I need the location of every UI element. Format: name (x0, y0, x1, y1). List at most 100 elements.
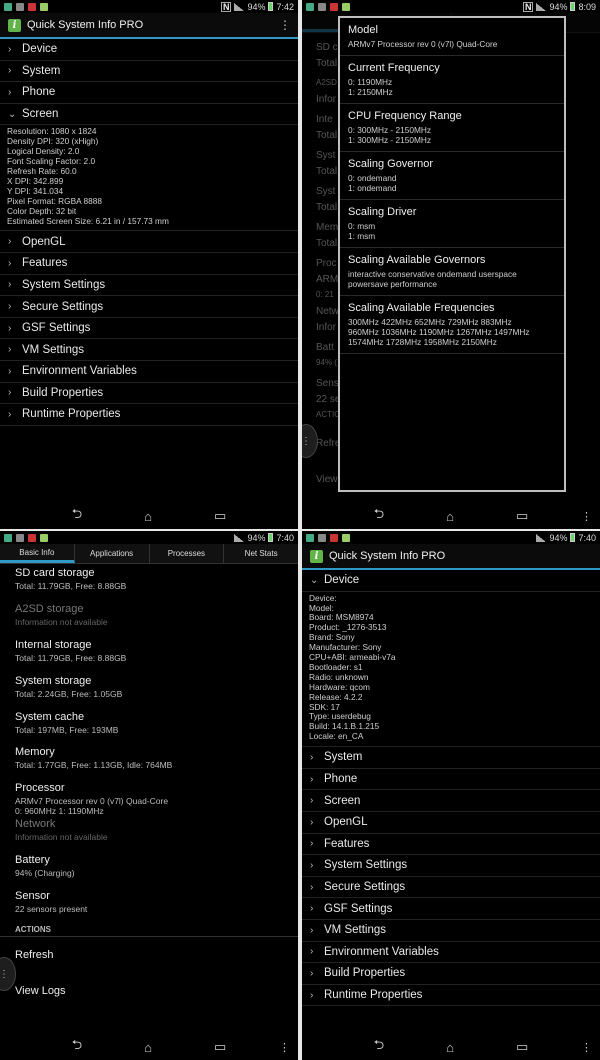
section-label: Runtime Properties (324, 989, 423, 1002)
section-build-properties[interactable]: › Build Properties (302, 963, 600, 985)
info-item-sensor[interactable]: Sensor 22 sensors present (15, 887, 298, 923)
detail-line: Locale: en_CA (309, 731, 364, 742)
section-label: GSF Settings (324, 902, 393, 915)
recents-icon[interactable]: ▭ (214, 508, 226, 524)
section-label: Phone (22, 86, 56, 99)
drawer-handle[interactable]: ⋮ (302, 424, 318, 458)
background-item: Batt (316, 342, 334, 353)
background-item: Total (316, 58, 338, 69)
overflow-menu-icon[interactable]: ⋮ (581, 510, 592, 523)
tab-applications[interactable]: Applications (75, 544, 150, 563)
section-phone[interactable]: › Phone (302, 769, 600, 791)
section-vm-settings[interactable]: › VM Settings (0, 339, 298, 361)
section-system-settings[interactable]: › System Settings (0, 275, 298, 297)
popup-item-model: Model ARMv7 Processor rev 0 (v7l) Quad-Co… (340, 18, 564, 56)
back-icon[interactable]: ⮌ (72, 1036, 82, 1058)
home-icon[interactable]: ⌂ (446, 509, 454, 524)
section-phone[interactable]: › Phone (0, 82, 298, 104)
popup-item-value: 300MHz 422MHz 652MHz 729MHz 883MHz 960MHz… (348, 317, 556, 347)
section-gsf-settings[interactable]: › GSF Settings (302, 898, 600, 920)
popup-item-value: 0: 300MHz - 2150MHz 1: 300MHz - 2150MHz (348, 125, 556, 145)
info-list: SD card storage Total: 11.79GB, Free: 8.8… (0, 564, 298, 923)
section-secure-settings[interactable]: › Secure Settings (0, 296, 298, 318)
section-device[interactable]: › Device (0, 39, 298, 61)
section-runtime-properties[interactable]: › Runtime Properties (302, 985, 600, 1007)
section-environment-variables[interactable]: › Environment Variables (0, 361, 298, 383)
info-item-internal-storage[interactable]: Internal storage Total: 11.79GB, Free: 8.… (15, 636, 298, 672)
tab-net-stats[interactable]: Net Stats (224, 544, 298, 563)
section-opengl[interactable]: › OpenGL (0, 231, 298, 254)
back-icon[interactable]: ⮌ (72, 505, 82, 527)
popup-item-cpu-frequency-range: CPU Frequency Range 0: 300MHz - 2150MHz 1:… (340, 104, 564, 152)
background-item: 94% ( (316, 358, 337, 367)
background-item: SD c (316, 42, 338, 53)
popup-item-current-frequency: Current Frequency 0: 1190MHz 1: 2150MHz (340, 56, 564, 104)
view-logs-button[interactable]: View Logs (0, 973, 298, 1009)
overflow-menu-icon[interactable]: ⋮ (279, 1041, 290, 1054)
processor-details-popup: Model ARMv7 Processor rev 0 (v7l) Quad-Co… (338, 16, 566, 492)
section-device[interactable]: ⌄ Device (302, 570, 600, 592)
processor-popup-panel: N 94% 8:09 Basic Stats SD cTotalA2SDInfo… (302, 0, 600, 529)
section-opengl[interactable]: › OpenGL (302, 812, 600, 834)
background-item: Sens (316, 378, 339, 389)
actions-header: ACTIONS (0, 923, 298, 937)
section-label: Runtime Properties (22, 408, 121, 421)
section-screen[interactable]: › Screen (302, 790, 600, 812)
notification-icon (330, 533, 338, 542)
info-item-sd-card-storage[interactable]: SD card storage Total: 11.79GB, Free: 8.8… (15, 564, 298, 600)
popup-item-title: Current Frequency (348, 62, 440, 74)
section-system[interactable]: › System (302, 747, 600, 769)
background-item: 22 se (316, 394, 341, 405)
recents-icon[interactable]: ▭ (214, 1039, 226, 1055)
info-item-value: ARMv7 Processor rev 0 (v7l) Quad-Core 0:… (15, 796, 169, 817)
status-bar: N 94% 8:09 (302, 0, 600, 13)
notification-icon (28, 2, 36, 11)
popup-value-line: 960MHz 1036MHz 1190MHz 1267MHz 1497MHz (348, 327, 530, 337)
popup-item-title: Scaling Governor (348, 158, 433, 170)
section-label: Screen (22, 108, 59, 121)
device-info-panel: 94% 7:40 i Quick System Info PRO ⌄ Device… (302, 531, 600, 1060)
section-screen[interactable]: ⌄ Screen (0, 104, 298, 126)
recents-icon[interactable]: ▭ (516, 508, 528, 524)
popup-item-scaling-available-governors: Scaling Available Governors interactive c… (340, 248, 564, 296)
info-item-processor[interactable]: Processor ARMv7 Processor rev 0 (v7l) Qua… (15, 779, 298, 817)
section-runtime-properties[interactable]: › Runtime Properties (0, 404, 298, 426)
info-item-memory[interactable]: Memory Total: 1.77GB, Free: 1.13GB, Idle:… (15, 743, 298, 779)
info-item-system-cache[interactable]: System cache Total: 197MB, Free: 193MB (15, 708, 298, 744)
section-features[interactable]: › Features (0, 253, 298, 275)
section-features[interactable]: › Features (302, 834, 600, 856)
home-icon[interactable]: ⌂ (144, 1040, 152, 1055)
tab-basic-info[interactable]: Basic Info (0, 544, 75, 563)
recents-icon[interactable]: ▭ (516, 1039, 528, 1055)
info-item-network[interactable]: Network Information not available (15, 815, 298, 851)
popup-item-scaling-driver: Scaling Driver 0: msm 1: msm (340, 200, 564, 248)
section-gsf-settings[interactable]: › GSF Settings (0, 318, 298, 340)
overflow-menu-icon[interactable]: ⋮ (581, 1041, 592, 1054)
popup-value-line: 300MHz 422MHz 652MHz 729MHz 883MHz (348, 317, 512, 327)
section-environment-variables[interactable]: › Environment Variables (302, 942, 600, 964)
info-item-battery[interactable]: Battery 94% (Charging) (15, 851, 298, 887)
section-secure-settings[interactable]: › Secure Settings (302, 877, 600, 899)
section-label: GSF Settings (22, 322, 91, 335)
section-system-settings[interactable]: › System Settings (302, 855, 600, 877)
chevron-right-icon: › (8, 257, 12, 269)
section-label: System Settings (324, 859, 408, 872)
tab-processes[interactable]: Processes (150, 544, 225, 563)
section-build-properties[interactable]: › Build Properties (0, 383, 298, 405)
info-item-a2sd-storage[interactable]: A2SD storage Information not available (15, 600, 298, 636)
chevron-right-icon: › (8, 279, 12, 291)
section-vm-settings[interactable]: › VM Settings (302, 920, 600, 942)
section-label: Build Properties (22, 386, 104, 399)
back-icon[interactable]: ⮌ (374, 1036, 384, 1058)
section-system[interactable]: › System (0, 61, 298, 83)
overflow-menu-icon[interactable]: ⋮ (278, 18, 292, 32)
back-icon[interactable]: ⮌ (374, 505, 384, 527)
home-icon[interactable]: ⌂ (144, 509, 152, 524)
info-item-system-storage[interactable]: System storage Total: 2.24GB, Free: 1.05G… (15, 672, 298, 708)
screen-info-panel: N 94% 7:42 i Quick System Info PRO ⋮ › De… (0, 0, 298, 529)
chevron-right-icon: › (8, 387, 12, 399)
refresh-button[interactable]: Refresh (0, 937, 298, 973)
battery-percent: 94% (549, 1, 568, 12)
home-icon[interactable]: ⌂ (446, 1040, 454, 1055)
chevron-down-icon: ⌄ (8, 108, 17, 120)
